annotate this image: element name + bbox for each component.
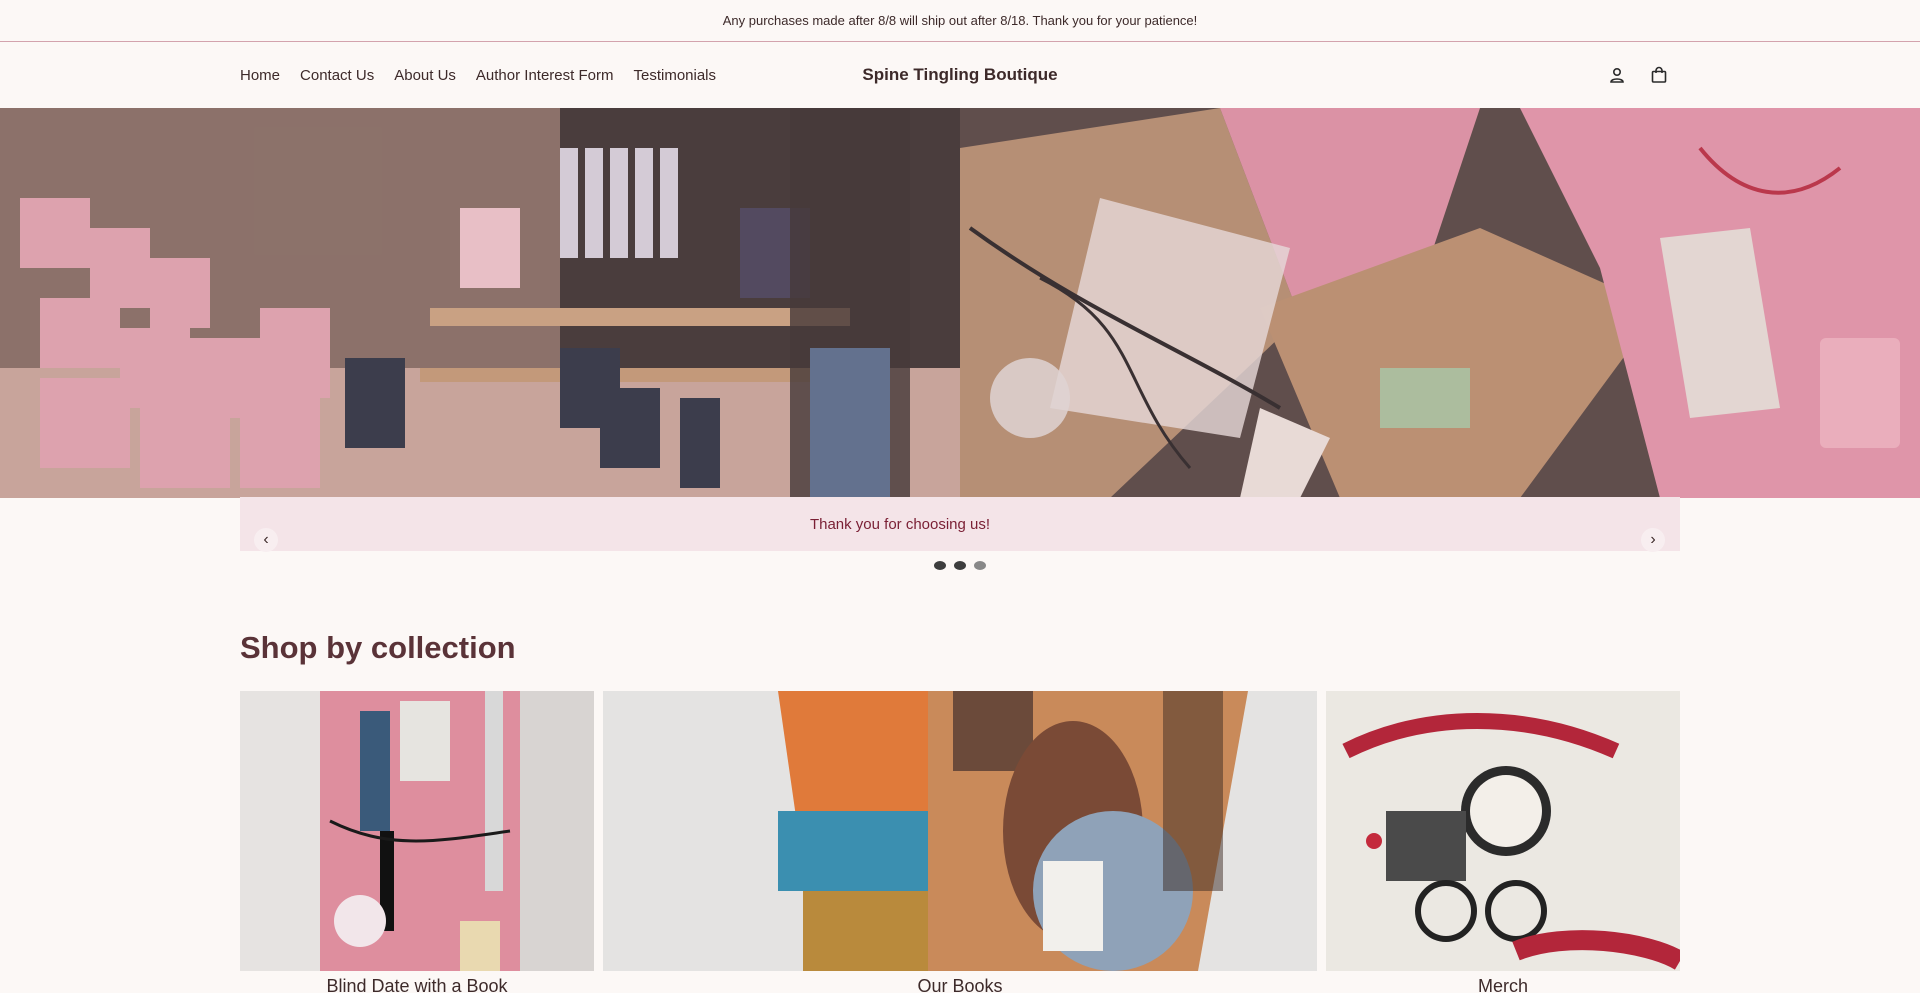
- chevron-right-icon: ›: [1650, 531, 1656, 548]
- collection-label-blind-date[interactable]: Blind Date with a Book: [318, 974, 516, 993]
- brand-logo-text[interactable]: Spine Tingling Boutique: [862, 65, 1057, 85]
- nav-author-interest-form[interactable]: Author Interest Form: [476, 67, 614, 84]
- slide-next-button[interactable]: ›: [1641, 528, 1665, 552]
- header-icons: [1608, 42, 1668, 108]
- chevron-left-icon: ‹: [263, 531, 269, 548]
- slide-dots: [0, 561, 1920, 570]
- nav-home[interactable]: Home: [240, 67, 280, 84]
- collection-card-our-books[interactable]: Our Books: [603, 691, 1317, 993]
- slide-prev-button[interactable]: ‹: [254, 528, 278, 552]
- hero-image-left: [0, 108, 960, 498]
- section-title: Shop by collection: [240, 630, 516, 665]
- slide-dot-3[interactable]: [974, 561, 986, 570]
- announcement-text: Any purchases made after 8/8 will ship o…: [722, 13, 1198, 28]
- collection-label-our-books[interactable]: Our Books: [909, 974, 1011, 993]
- collection-image-blind-date: [240, 691, 594, 971]
- collection-image-our-books: [603, 691, 1317, 971]
- nav-about-us[interactable]: About Us: [394, 67, 456, 84]
- nav-testimonials[interactable]: Testimonials: [633, 67, 716, 84]
- hero-caption-text: Thank you for choosing us!: [809, 515, 991, 533]
- hero-caption-bar: Thank you for choosing us!: [240, 497, 1680, 551]
- collection-cards: Blind Date with a Book Our Books Merch: [240, 691, 1680, 993]
- collection-image-merch: [1326, 691, 1680, 971]
- collection-label-merch[interactable]: Merch: [1469, 974, 1536, 993]
- nav-contact-us[interactable]: Contact Us: [300, 67, 374, 84]
- site-header: Home Contact Us About Us Author Interest…: [0, 42, 1920, 108]
- collection-card-merch[interactable]: Merch: [1326, 691, 1680, 993]
- slide-dot-1[interactable]: [934, 561, 946, 570]
- announcement-bar: Any purchases made after 8/8 will ship o…: [0, 0, 1920, 42]
- cart-icon[interactable]: [1650, 66, 1668, 84]
- main-nav: Home Contact Us About Us Author Interest…: [240, 42, 716, 108]
- collection-card-blind-date[interactable]: Blind Date with a Book: [240, 691, 594, 993]
- slide-dot-2[interactable]: [954, 561, 966, 570]
- account-icon[interactable]: [1608, 66, 1626, 84]
- hero-slideshow: [0, 108, 1920, 498]
- hero-image-right: [960, 108, 1920, 498]
